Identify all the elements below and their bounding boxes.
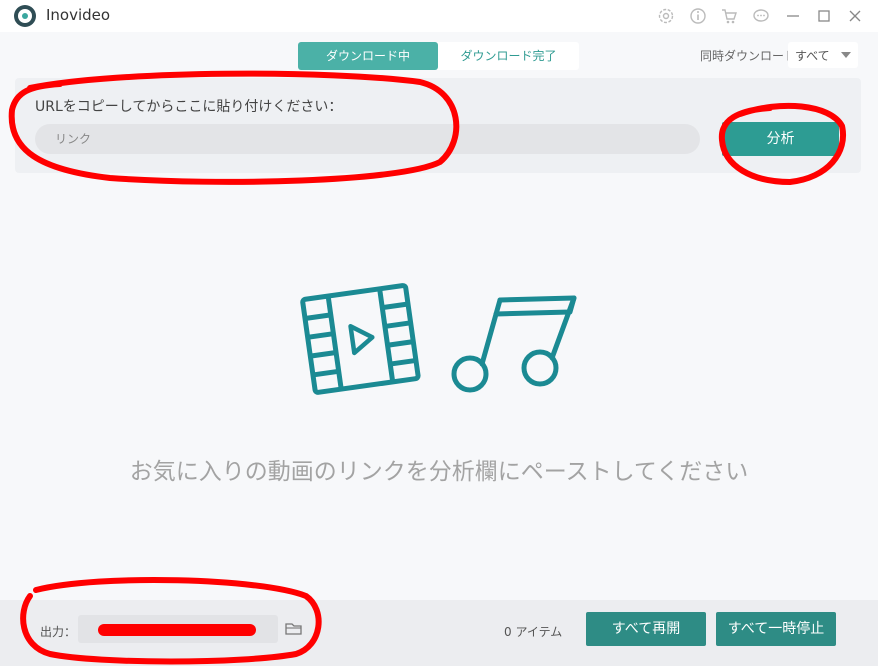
download-tabs: ダウンロード中 ダウンロード完了 [298, 42, 579, 70]
close-icon[interactable] [845, 6, 865, 26]
output-label: 出力： [40, 625, 77, 639]
title-bar [0, 0, 878, 32]
chevron-down-icon [841, 52, 851, 58]
minimize-icon[interactable] [783, 6, 803, 26]
tab-downloaded[interactable]: ダウンロード完了 [438, 42, 579, 70]
url-input[interactable] [35, 124, 700, 154]
empty-state-illustration [300, 283, 577, 395]
music-note-icon [451, 295, 577, 393]
app-logo [14, 5, 36, 27]
pause-all-button[interactable]: すべて一時停止 [716, 612, 836, 646]
concurrent-download-value: すべて [795, 49, 830, 63]
maximize-icon[interactable] [814, 6, 834, 26]
concurrent-download-select[interactable]: すべて [788, 42, 858, 68]
settings-icon[interactable] [656, 6, 676, 26]
url-instruction-label: URLをコピーしてからここに貼り付けください： [35, 99, 343, 115]
folder-icon[interactable] [284, 619, 304, 639]
tab-downloading[interactable]: ダウンロード中 [298, 42, 438, 70]
redaction-scribble [98, 624, 256, 636]
cart-icon[interactable] [719, 6, 739, 26]
info-icon[interactable] [688, 6, 708, 26]
concurrent-download-label: 同時ダウンロード [700, 49, 797, 63]
analyze-button[interactable]: 分析 [722, 122, 839, 156]
item-count: 0 アイテム [504, 625, 563, 639]
resume-all-button[interactable]: すべて再開 [586, 612, 706, 646]
empty-state-message: お気に入りの動画のリンクを分析欄にペーストしてください [129, 459, 749, 485]
chat-icon[interactable] [751, 6, 771, 26]
video-film-icon [300, 283, 421, 395]
app-title: Inovideo [46, 6, 111, 24]
